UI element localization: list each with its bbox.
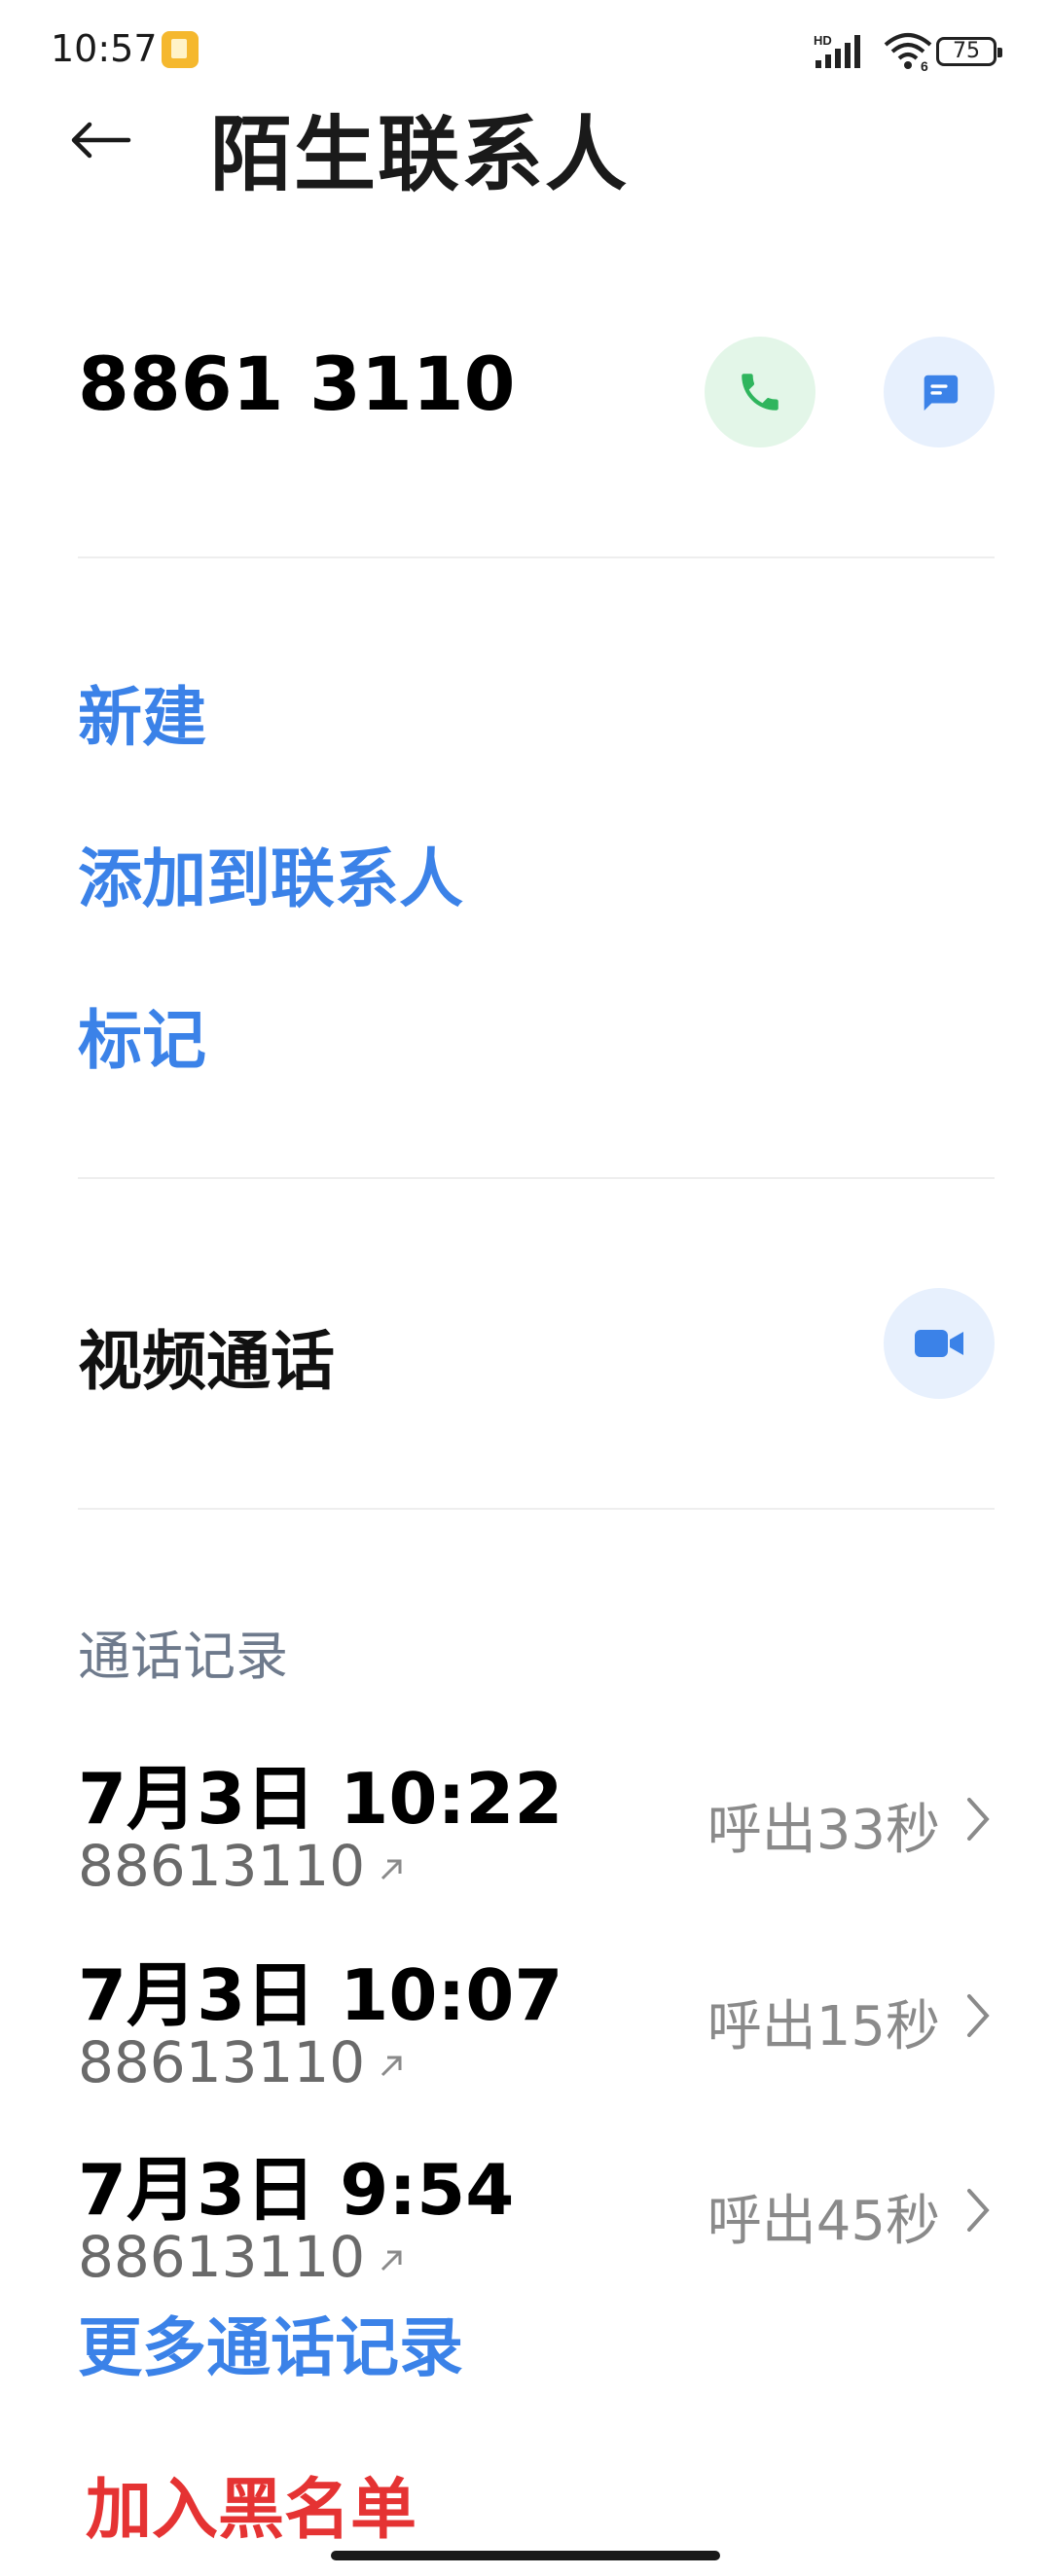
call-number-row: 88613110 (78, 1833, 406, 1899)
video-camera-icon (915, 1330, 963, 1357)
outgoing-arrow-icon (381, 2056, 402, 2076)
more-call-log-link[interactable]: 更多通话记录 (78, 2296, 463, 2389)
phone-number: 8861 3110 (78, 340, 516, 427)
outgoing-arrow-icon (381, 1859, 402, 1879)
call-log-entry[interactable]: 7月3日 10:07 88613110 呼出15秒 (78, 1938, 995, 2123)
call-datetime: 7月3日 10:07 (78, 1954, 563, 2036)
divider (78, 1177, 995, 1179)
call-number: 88613110 (78, 1833, 366, 1899)
home-indicator[interactable] (331, 2551, 720, 2560)
new-contact-link[interactable]: 新建 (78, 665, 206, 759)
outgoing-arrow-icon (381, 2250, 402, 2271)
call-log-entry[interactable]: 7月3日 10:22 88613110 呼出33秒 (78, 1741, 995, 1926)
call-log-header: 通话记录 (78, 1626, 288, 1687)
app-notification-icon (162, 31, 199, 68)
chevron-right-icon (967, 1798, 990, 1841)
video-call-label[interactable]: 视频通话 (78, 1309, 335, 1403)
status-time: 10:57 (51, 27, 158, 70)
divider (78, 1508, 995, 1510)
call-number: 88613110 (78, 2224, 366, 2290)
phone-icon (742, 374, 779, 411)
call-summary: 呼出45秒 (707, 2190, 940, 2253)
call-datetime: 7月3日 10:22 (78, 1758, 563, 1840)
call-number: 88613110 (78, 2029, 366, 2095)
add-to-contacts-link[interactable]: 添加到联系人 (78, 827, 463, 920)
message-button[interactable] (884, 337, 995, 447)
mark-number-link[interactable]: 标记 (78, 988, 206, 1082)
call-log-entry[interactable]: 7月3日 9:54 88613110 呼出45秒 (78, 2132, 995, 2317)
chevron-right-icon (967, 2189, 990, 2232)
battery-indicator: 75 (936, 37, 1002, 66)
back-arrow-icon (71, 122, 131, 159)
divider (78, 556, 995, 558)
video-call-button[interactable] (884, 1288, 995, 1399)
call-number-row: 88613110 (78, 2224, 406, 2290)
signal-strength-icon: HD (814, 33, 860, 68)
chevron-right-icon (967, 1994, 990, 2037)
call-datetime: 7月3日 9:54 (78, 2149, 515, 2231)
back-button[interactable] (68, 105, 146, 175)
svg-text:6: 6 (921, 58, 928, 72)
status-bar: 10:57 HD 6 75 (0, 0, 1051, 101)
svg-text:HD: HD (814, 33, 832, 48)
wifi-icon: 6 (884, 33, 932, 72)
message-icon (924, 375, 959, 411)
add-to-blacklist-button[interactable]: 加入黑名单 (86, 2455, 417, 2552)
call-number-row: 88613110 (78, 2029, 406, 2095)
contact-detail-screen: 10:57 HD 6 75 陌生联系人 8861 3110 新建 添加到联系人 … (0, 0, 1051, 2576)
call-summary: 呼出33秒 (707, 1799, 940, 1862)
page-title: 陌生联系人 (210, 107, 630, 202)
call-summary: 呼出15秒 (707, 1995, 940, 2058)
call-button[interactable] (705, 337, 815, 447)
